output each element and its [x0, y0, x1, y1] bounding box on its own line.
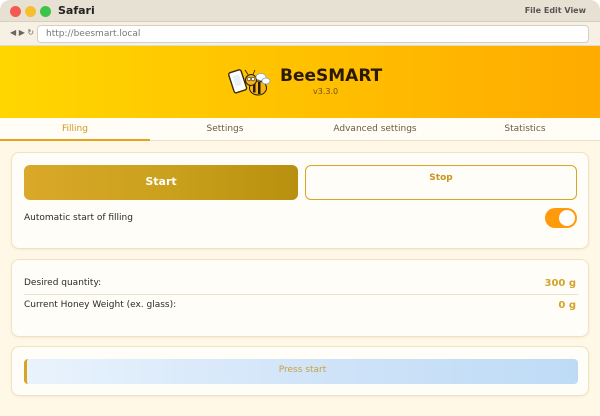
- desired-quantity-label: Desired quantity:: [24, 278, 102, 288]
- address-bar: ◀ ▶ ↻ http://beesmart.local: [0, 22, 600, 46]
- app-menus[interactable]: File Edit View: [525, 6, 586, 15]
- auto-start-label: Automatic start of filling: [24, 213, 133, 223]
- navigation-buttons[interactable]: ◀ ▶ ↻: [10, 28, 34, 37]
- maximize-window-button[interactable]: [40, 6, 51, 17]
- desired-quantity-value: 300 g: [544, 278, 576, 289]
- tab-statistics[interactable]: Statistics: [450, 118, 600, 141]
- minimize-window-button[interactable]: [25, 6, 36, 17]
- brand-title: BeeSMART: [280, 66, 383, 86]
- progress-card: Press start: [11, 346, 589, 396]
- tab-bar: Filling Settings Advanced settings Stati…: [0, 118, 600, 141]
- app-header: BeeSMART v3.3.0: [0, 46, 600, 118]
- version-label: v3.3.0: [313, 87, 339, 96]
- progress-status-text: Press start: [278, 365, 327, 375]
- measurements-card: Desired quantity: 300 g Current Honey We…: [11, 259, 589, 337]
- bee-phone-logo-icon: [228, 69, 271, 96]
- divider: [24, 294, 578, 295]
- tab-settings[interactable]: Settings: [150, 118, 300, 141]
- auto-start-toggle[interactable]: [545, 208, 577, 228]
- current-weight-value: 0 g: [558, 300, 576, 311]
- tab-advanced-settings[interactable]: Advanced settings: [300, 118, 450, 141]
- tab-filling[interactable]: Filling: [0, 118, 150, 141]
- progress-bar: Press start: [24, 359, 578, 384]
- app-name: Safari: [58, 4, 95, 17]
- title-bar: Safari File Edit View: [0, 0, 600, 22]
- controls-card: Start Stop Automatic start of filling: [11, 152, 589, 249]
- url-field[interactable]: http://beesmart.local: [37, 25, 589, 43]
- browser-window: Safari File Edit View ◀ ▶ ↻ http://beesm…: [0, 0, 600, 416]
- toggle-knob: [559, 210, 575, 226]
- start-button[interactable]: Start: [24, 165, 298, 200]
- current-weight-label: Current Honey Weight (ex. glass):: [24, 300, 177, 310]
- close-window-button[interactable]: [10, 6, 21, 17]
- stop-button[interactable]: Stop: [305, 165, 577, 200]
